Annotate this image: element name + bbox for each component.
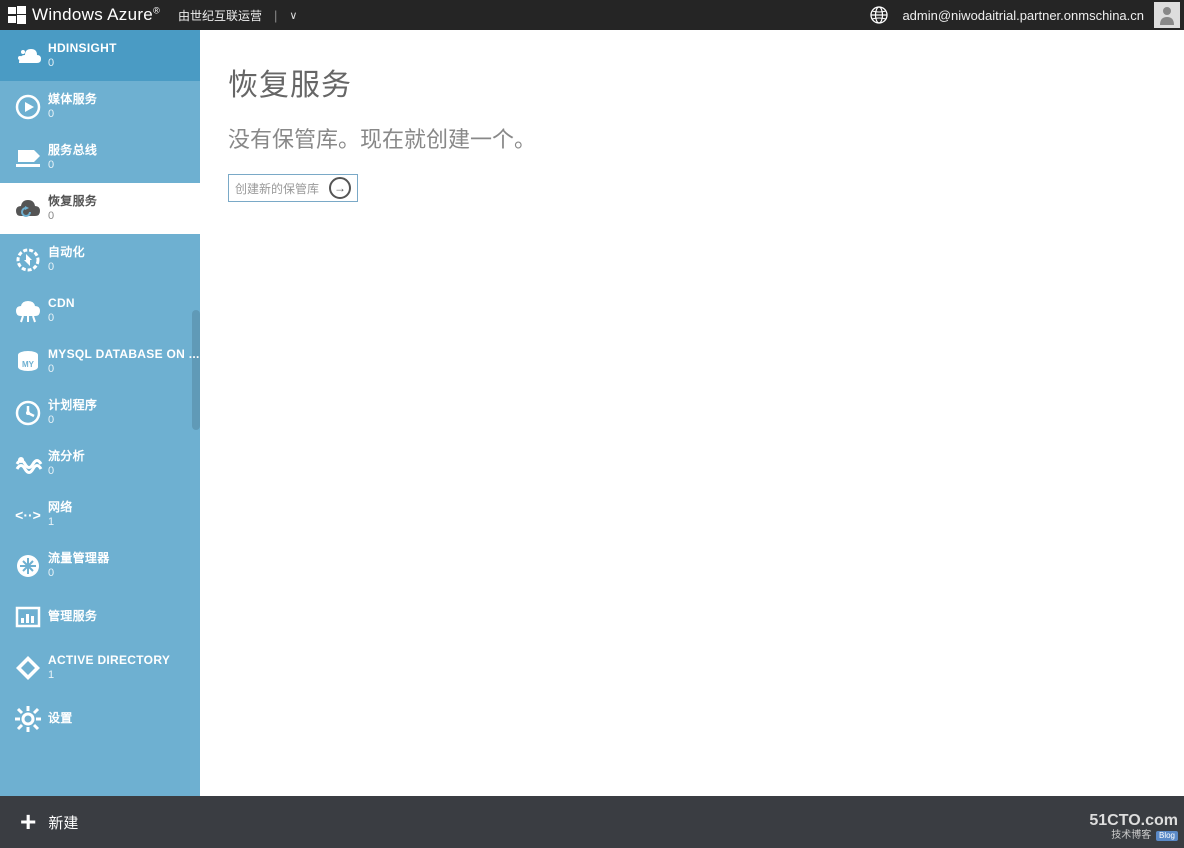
brand-suffix: ® — [153, 5, 160, 15]
sidebar-item-count: 0 — [48, 210, 97, 223]
sidebar-item-count: 0 — [48, 567, 110, 580]
media-icon — [8, 92, 48, 122]
page-subtitle: 没有保管库。现在就创建一个。 — [228, 122, 1156, 154]
sidebar-item-hdinsight[interactable]: HDINSIGHT0 — [0, 30, 200, 81]
sidebar-item-labels: 自动化0 — [48, 246, 85, 273]
sidebar-item-media[interactable]: 媒体服务0 — [0, 81, 200, 132]
cdn-icon — [8, 296, 48, 326]
sidebar-item-label: 服务总线 — [48, 144, 97, 158]
sidebar-item-label: 计划程序 — [48, 399, 97, 413]
sidebar-item-automation[interactable]: 自动化0 — [0, 234, 200, 285]
sidebar-item-recovery[interactable]: 恢复服务0 — [0, 183, 200, 234]
arrow-right-circle-icon: → — [329, 177, 351, 199]
create-vault-link[interactable]: 创建新的保管库 → — [228, 174, 358, 202]
sidebar-item-count: 0 — [48, 57, 117, 70]
hdinsight-icon — [8, 41, 48, 71]
sidebar-item-count: 0 — [48, 465, 85, 478]
scheduler-icon — [8, 398, 48, 428]
create-vault-label: 创建新的保管库 — [235, 180, 319, 197]
sidebar-item-labels: 网络1 — [48, 501, 73, 528]
sidebar-item-count: 0 — [48, 261, 85, 274]
sidebar-item-mgmtservices[interactable]: 管理服务 — [0, 591, 200, 642]
sidebar-item-label: 管理服务 — [48, 610, 97, 624]
servicebus-icon — [8, 143, 48, 173]
sidebar-item-label: 流分析 — [48, 450, 85, 464]
network-icon: <··> — [8, 500, 48, 530]
brand-name[interactable]: Windows Azure® — [32, 5, 160, 25]
new-button-label[interactable]: 新建 — [48, 812, 78, 833]
sidebar-item-mysql[interactable]: MY MYSQL DATABASE ON ...0 — [0, 336, 200, 387]
sidebar-item-label: HDINSIGHT — [48, 42, 117, 56]
windows-logo-icon — [8, 6, 26, 24]
sidebar-item-labels: ACTIVE DIRECTORY1 — [48, 654, 170, 681]
sidebar-item-streamanalytics[interactable]: 流分析0 — [0, 438, 200, 489]
sidebar-item-labels: 服务总线0 — [48, 144, 97, 171]
streamanalytics-icon — [8, 449, 48, 479]
operator-text: 由世纪互联运营 — [178, 7, 262, 24]
sidebar-item-label: 自动化 — [48, 246, 85, 260]
sidebar-item-count: 0 — [48, 414, 97, 427]
sidebar: HDINSIGHT0媒体服务0服务总线0恢复服务0自动化0CDN0MYMYSQL… — [0, 30, 200, 796]
automation-icon — [8, 245, 48, 275]
sidebar-item-cdn[interactable]: CDN0 — [0, 285, 200, 336]
sidebar-item-count: 0 — [48, 108, 97, 121]
brand-text: Windows Azure — [32, 5, 153, 24]
globe-icon[interactable] — [870, 6, 888, 24]
sidebar-item-settings[interactable]: 设置 — [0, 693, 200, 744]
bottom-bar: + 新建 — [0, 796, 1184, 848]
mysql-icon: MY — [8, 347, 48, 377]
top-header: Windows Azure® 由世纪互联运营 | ∨ admin@niwodai… — [0, 0, 1184, 30]
sidebar-item-label: 媒体服务 — [48, 93, 97, 107]
sidebar-item-network[interactable]: <··> 网络1 — [0, 489, 200, 540]
sidebar-item-activedirectory[interactable]: ACTIVE DIRECTORY1 — [0, 642, 200, 693]
sidebar-item-labels: 恢复服务0 — [48, 195, 97, 222]
sidebar-item-servicebus[interactable]: 服务总线0 — [0, 132, 200, 183]
sidebar-item-label: CDN — [48, 297, 75, 311]
sidebar-item-label: MYSQL DATABASE ON ... — [48, 348, 200, 362]
settings-icon — [8, 704, 48, 734]
sidebar-item-labels: 设置 — [48, 712, 73, 726]
sidebar-item-label: 流量管理器 — [48, 552, 110, 566]
sidebar-item-labels: 流量管理器0 — [48, 552, 110, 579]
sidebar-item-count: 0 — [48, 159, 97, 172]
page-title: 恢复服务 — [228, 60, 1156, 104]
svg-text:<··>: <··> — [15, 507, 41, 523]
sidebar-item-labels: CDN0 — [48, 297, 75, 324]
sidebar-item-trafficmanager[interactable]: 流量管理器0 — [0, 540, 200, 591]
sidebar-item-count: 1 — [48, 516, 73, 529]
user-email[interactable]: admin@niwodaitrial.partner.onmschina.cn — [902, 8, 1144, 23]
sidebar-item-labels: 管理服务 — [48, 610, 97, 624]
ad-icon — [8, 653, 48, 683]
sidebar-item-labels: 流分析0 — [48, 450, 85, 477]
sidebar-item-count: 1 — [48, 669, 170, 682]
body: HDINSIGHT0媒体服务0服务总线0恢复服务0自动化0CDN0MYMYSQL… — [0, 30, 1184, 796]
trafficmanager-icon — [8, 551, 48, 581]
sidebar-item-count: 0 — [48, 312, 75, 325]
svg-text:MY: MY — [22, 360, 35, 369]
sidebar-item-label: 网络 — [48, 501, 73, 515]
divider: | — [274, 8, 277, 23]
recovery-icon — [8, 194, 48, 224]
main-content: 恢复服务 没有保管库。现在就创建一个。 创建新的保管库 → — [200, 30, 1184, 796]
sidebar-item-label: 设置 — [48, 712, 73, 726]
chevron-down-icon[interactable]: ∨ — [289, 9, 297, 22]
sidebar-item-count: 0 — [48, 363, 200, 376]
sidebar-item-scheduler[interactable]: 计划程序0 — [0, 387, 200, 438]
sidebar-item-label: ACTIVE DIRECTORY — [48, 654, 170, 668]
sidebar-item-labels: 媒体服务0 — [48, 93, 97, 120]
avatar[interactable] — [1154, 2, 1180, 28]
plus-icon[interactable]: + — [20, 808, 36, 836]
mgmt-icon — [8, 602, 48, 632]
sidebar-item-label: 恢复服务 — [48, 195, 97, 209]
sidebar-item-labels: 计划程序0 — [48, 399, 97, 426]
sidebar-item-labels: HDINSIGHT0 — [48, 42, 117, 69]
sidebar-item-labels: MYSQL DATABASE ON ...0 — [48, 348, 200, 375]
